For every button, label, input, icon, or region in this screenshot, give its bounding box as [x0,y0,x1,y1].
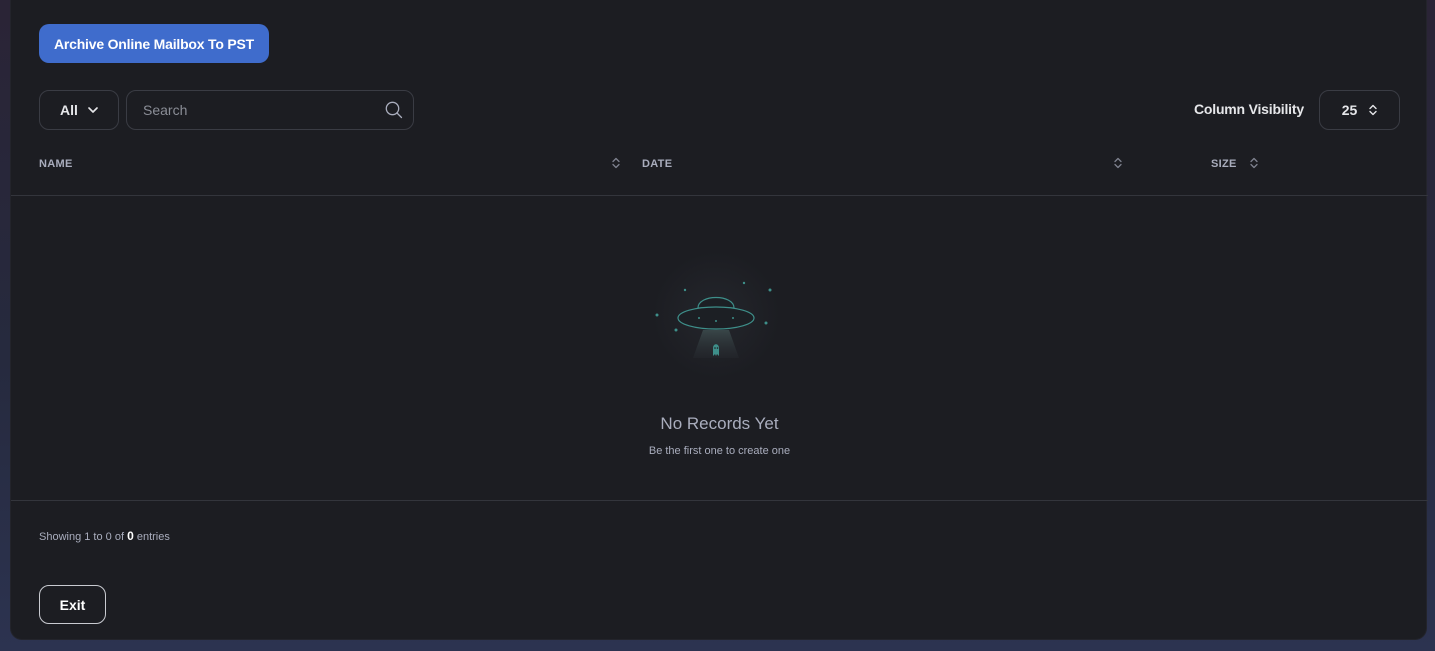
entries-summary-prefix: Showing 1 to 0 of [39,531,125,543]
archive-online-mailbox-button[interactable]: Archive Online Mailbox To PST [39,24,269,63]
search-input[interactable] [143,102,385,118]
chevron-down-icon [88,107,98,113]
main-panel: Archive Online Mailbox To PST All Column… [10,0,1428,640]
empty-state-title: No Records Yet [660,414,779,433]
entries-summary-suffix: entries [136,531,170,543]
search-box[interactable] [126,90,414,130]
column-header-date[interactable]: DATE [642,157,672,171]
search-icon[interactable] [385,101,403,119]
entries-summary: Showing 1 to 0 of 0 entries [39,529,170,543]
column-visibility-button[interactable]: Column Visibility [1194,101,1304,117]
filter-value: All [60,102,78,118]
filter-dropdown[interactable]: All [39,90,119,130]
column-header-size[interactable]: SIZE [1211,157,1237,171]
sort-icon[interactable] [1249,157,1259,169]
page-size-select[interactable]: 25 [1319,90,1400,130]
empty-state-subtitle: Be the first one to create one [648,445,791,457]
table-header-divider [11,195,1428,196]
exit-button[interactable]: Exit [39,585,106,624]
sort-icon[interactable] [611,157,621,169]
page-size-value: 25 [1341,102,1358,118]
entries-total: 0 [127,529,134,543]
ufo-empty-icon [652,251,780,379]
table-footer-divider [11,500,1428,501]
sort-icon[interactable] [1113,157,1123,169]
sort-icon [1369,104,1377,116]
column-header-name[interactable]: NAME [39,157,73,171]
